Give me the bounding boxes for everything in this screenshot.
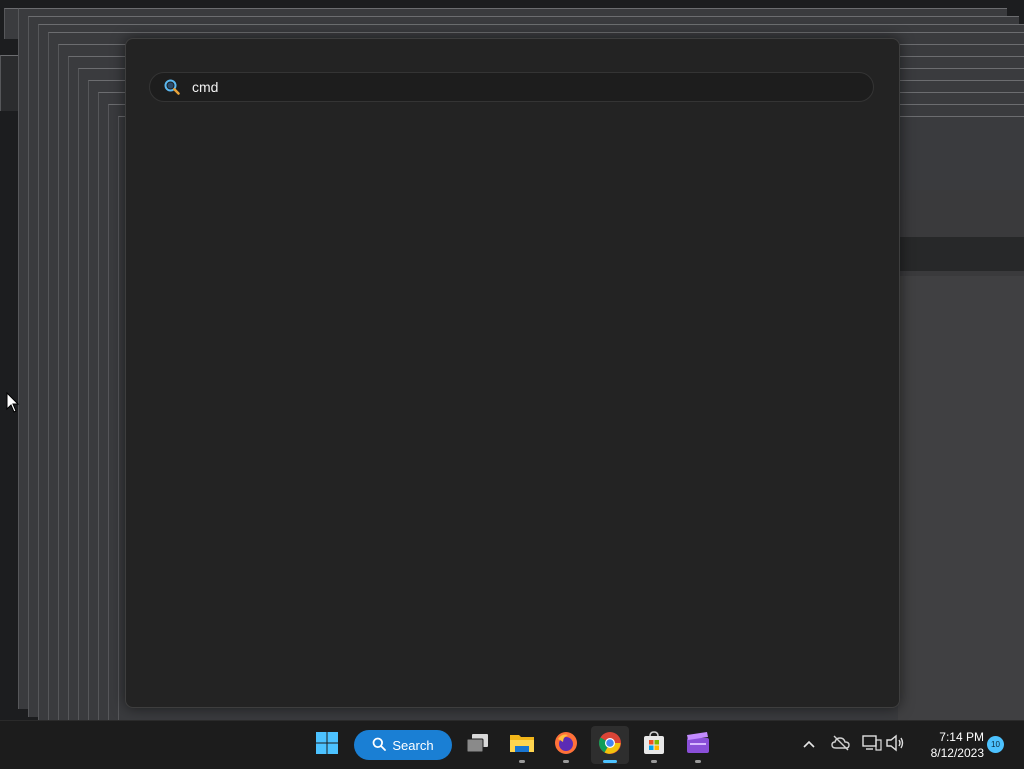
taskbar-search-button[interactable]: Search bbox=[354, 730, 452, 760]
network-button[interactable] bbox=[862, 734, 882, 757]
search-box[interactable] bbox=[149, 72, 874, 102]
windows-logo-icon bbox=[315, 731, 339, 760]
cloud-offline-icon bbox=[831, 735, 851, 756]
running-indicator bbox=[519, 760, 525, 763]
notification-badge[interactable]: 10 bbox=[987, 736, 1004, 753]
chrome-icon bbox=[598, 731, 622, 760]
chevron-up-icon bbox=[802, 736, 816, 754]
show-hidden-icons-button[interactable] bbox=[799, 735, 819, 755]
running-indicator bbox=[563, 760, 569, 763]
task-view-icon bbox=[466, 733, 490, 758]
volume-button[interactable] bbox=[885, 734, 905, 757]
running-indicator bbox=[651, 760, 657, 763]
clock-time: 7:14 PM bbox=[939, 730, 984, 744]
firefox-icon bbox=[554, 731, 578, 760]
active-indicator bbox=[603, 760, 617, 763]
clock[interactable]: 7:14 PM 8/12/2023 bbox=[914, 729, 984, 761]
background-window-band bbox=[898, 237, 1024, 271]
start-button[interactable] bbox=[308, 726, 346, 764]
network-icon bbox=[862, 734, 882, 757]
background-window bbox=[898, 190, 1024, 720]
speaker-icon bbox=[885, 734, 905, 757]
microsoft-store-button[interactable] bbox=[635, 726, 673, 764]
folder-icon bbox=[509, 732, 535, 759]
taskbar: Search 7:14 PM 8/12/2023 bbox=[0, 720, 1024, 769]
search-icon bbox=[372, 737, 387, 754]
background-window-body bbox=[898, 276, 1024, 720]
store-icon bbox=[642, 730, 666, 760]
running-indicator bbox=[695, 760, 701, 763]
chrome-button[interactable] bbox=[591, 726, 629, 764]
taskbar-search-label: Search bbox=[392, 737, 434, 753]
clock-date: 8/12/2023 bbox=[930, 746, 984, 760]
clipchamp-icon bbox=[685, 731, 711, 760]
onedrive-button[interactable] bbox=[831, 735, 851, 755]
firefox-button[interactable] bbox=[547, 726, 585, 764]
search-input[interactable] bbox=[192, 77, 852, 97]
search-flyout bbox=[125, 38, 900, 708]
mouse-cursor-icon bbox=[6, 391, 20, 419]
clipchamp-button[interactable] bbox=[679, 726, 717, 764]
file-explorer-button[interactable] bbox=[503, 726, 541, 764]
task-view-button[interactable] bbox=[459, 726, 497, 764]
notification-count: 10 bbox=[991, 740, 1000, 749]
search-icon bbox=[164, 79, 180, 100]
